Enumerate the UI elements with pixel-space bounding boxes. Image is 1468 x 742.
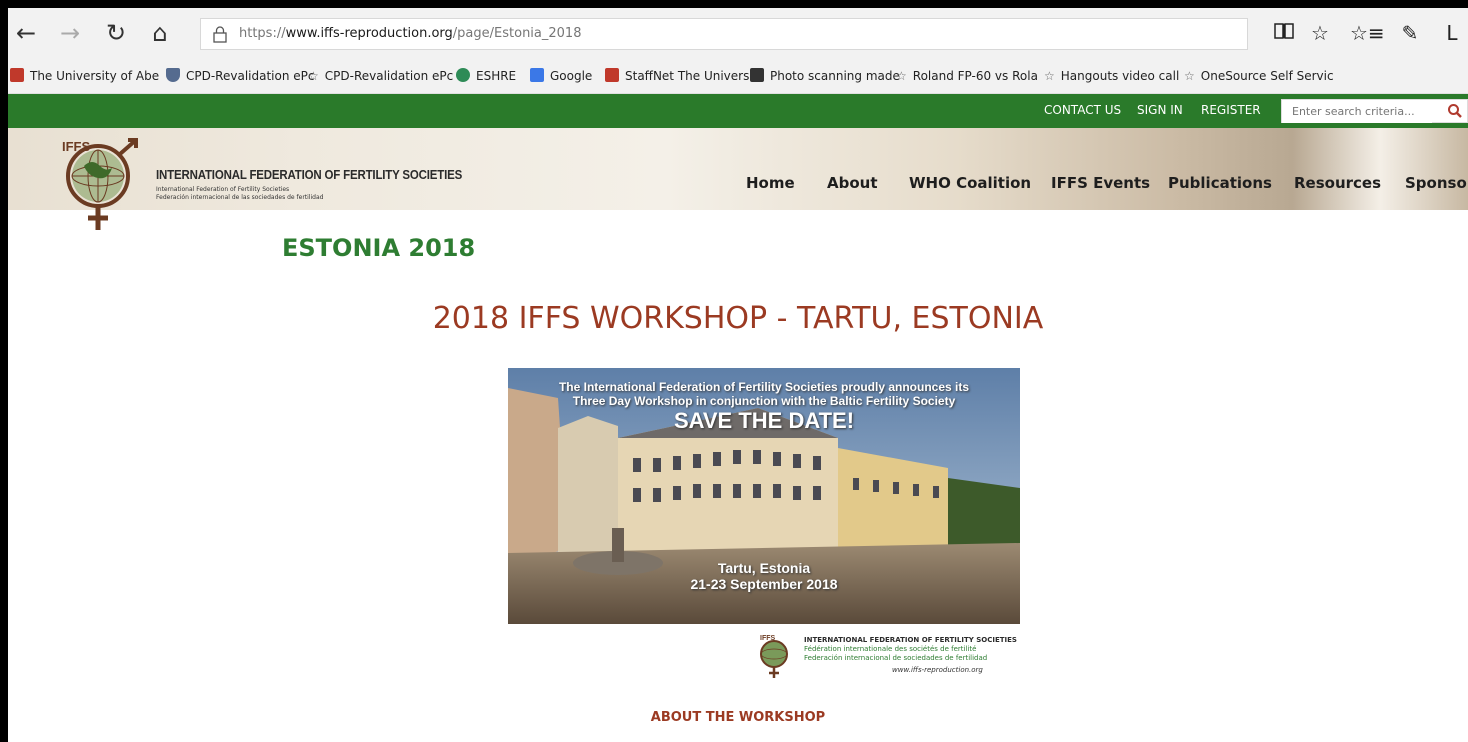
google-icon (530, 68, 544, 82)
favorite-label: Photo scanning made (770, 69, 900, 83)
footer-logo-title: INTERNATIONAL FEDERATION OF FERTILITY SO… (804, 636, 1017, 644)
sign-in-link[interactable]: SIGN IN (1137, 103, 1183, 117)
favorite-item[interactable]: Photo scanning made (750, 67, 900, 85)
banner-line-2: Three Day Workshop in conjunction with t… (572, 394, 956, 408)
page-title: ESTONIA 2018 (282, 234, 476, 262)
footer-logo-url: www.iffs-reproduction.org (892, 666, 983, 674)
university-icon (10, 68, 24, 82)
nav-resources[interactable]: Resources (1294, 174, 1381, 192)
logo-title: INTERNATIONAL FEDERATION OF FERTILITY SO… (156, 168, 463, 182)
nav-who-coalition[interactable]: WHO Coalition (909, 174, 1031, 192)
favorite-item[interactable]: ESHRE (456, 67, 516, 85)
favorite-item[interactable]: CPD-Revalidation ePc (166, 67, 314, 85)
banner-save-the-date: SAVE THE DATE! (673, 408, 855, 433)
logo-subtitle-es: Federación internacional de las sociedad… (156, 194, 324, 201)
eshre-icon (456, 68, 470, 82)
favorite-item[interactable]: StaffNet The Univers (605, 67, 749, 85)
url-host: www.iffs-reproduction.org (285, 26, 453, 41)
favorite-item[interactable]: ☆ Hangouts video call (1044, 67, 1179, 85)
star-icon: ☆ (308, 69, 319, 83)
save-the-date-banner: The International Federation of Fertilit… (508, 368, 1020, 624)
address-bar[interactable]: https://www.iffs-reproduction.org/page/E… (200, 18, 1248, 50)
favorite-item[interactable]: The University of Abe (10, 67, 159, 85)
favorite-item[interactable]: ☆ OneSource Self Servic (1184, 67, 1334, 85)
footer-logo-es: Federación internacional de sociedades d… (804, 654, 988, 662)
iffs-footer-logo-icon: IFFS (760, 635, 788, 678)
shield-icon (166, 68, 180, 82)
workshop-heading: 2018 IFFS WORKSHOP - TARTU, ESTONIA (432, 301, 1044, 336)
banner-dates: 21-23 September 2018 (690, 576, 838, 592)
photo-icon (750, 68, 764, 82)
favorite-label: Roland FP-60 vs Rola (912, 69, 1038, 83)
register-link[interactable]: REGISTER (1201, 103, 1261, 117)
star-icon: ☆ (1044, 69, 1055, 83)
home-button[interactable]: ⌂ (144, 18, 176, 50)
nav-sponsors[interactable]: Sponsors (1405, 174, 1468, 192)
footer-logo-fr: Fédération internationale des sociétés d… (804, 645, 977, 653)
refresh-button[interactable]: ↻ (100, 18, 132, 50)
star-icon: ☆ (1184, 69, 1195, 83)
back-button[interactable]: ← (10, 18, 42, 50)
lock-icon (213, 26, 227, 43)
url-scheme: https:// (239, 26, 286, 41)
iffs-logo-icon[interactable]: IFFS (46, 136, 156, 236)
favorites-hub-icon[interactable]: ☆≡ (1350, 20, 1385, 48)
url-text: https://www.iffs-reproduction.org/page/E… (239, 26, 581, 41)
nav-iffs-events[interactable]: IFFS Events (1051, 174, 1150, 192)
favorites-bar: The University of Abe CPD-Revalidation e… (8, 58, 1468, 94)
favorite-item[interactable]: Google (530, 67, 592, 85)
favorite-star-icon[interactable]: ☆ (1306, 20, 1334, 48)
favorite-item[interactable]: ☆ Roland FP-60 vs Rola (896, 67, 1038, 85)
favorite-label: Hangouts video call (1060, 69, 1180, 83)
reading-view-icon[interactable] (1270, 20, 1298, 48)
nav-publications[interactable]: Publications (1168, 174, 1272, 192)
favorite-label: The University of Abe (30, 69, 160, 83)
favorite-label: CPD-Revalidation ePc (186, 69, 315, 83)
favorite-label: StaffNet The Univers (625, 69, 750, 83)
search-input[interactable] (1282, 100, 1432, 123)
favorite-label: OneSource Self Servic (1200, 69, 1334, 83)
nav-about[interactable]: About (827, 174, 878, 192)
site-top-bar: CONTACT US SIGN IN REGISTER (8, 94, 1468, 128)
banner-line-1: The International Federation of Fertilit… (558, 380, 970, 394)
about-the-workshop-heading: ABOUT THE WORKSHOP (650, 710, 826, 725)
star-icon: ☆ (896, 69, 907, 83)
favorite-label: ESHRE (476, 69, 517, 83)
banner-place: Tartu, Estonia (717, 560, 811, 576)
logo-subtitle-en: International Federation of Fertility So… (156, 186, 290, 193)
site-search (1281, 99, 1468, 123)
favorite-item[interactable]: ☆ CPD-Revalidation ePc (308, 67, 453, 85)
search-icon[interactable] (1447, 103, 1463, 119)
notes-icon[interactable]: ✎ (1396, 20, 1424, 48)
nav-home[interactable]: Home (746, 174, 795, 192)
browser-window: ← → ↻ ⌂ https://www.iffs-reproduction.or… (8, 8, 1468, 742)
forward-button[interactable]: → (54, 18, 86, 50)
favorite-label: Google (550, 69, 593, 83)
university-icon (605, 68, 619, 82)
url-path: /page/Estonia_2018 (452, 26, 582, 41)
browser-toolbar: ← → ↻ ⌂ https://www.iffs-reproduction.or… (8, 8, 1468, 58)
favorite-label: CPD-Revalidation ePc (324, 69, 454, 83)
share-icon[interactable]: L (1438, 20, 1466, 48)
contact-us-link[interactable]: CONTACT US (1044, 103, 1121, 117)
